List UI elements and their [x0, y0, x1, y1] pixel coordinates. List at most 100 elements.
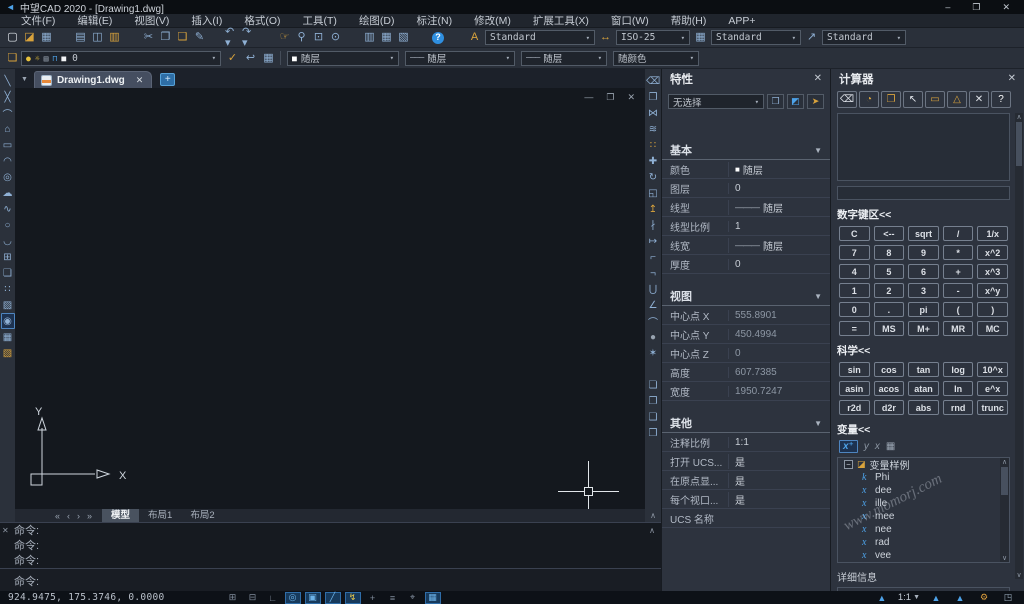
- menu-item[interactable]: 帮助(H): [660, 13, 718, 28]
- arc-icon[interactable]: ◠: [1, 153, 15, 169]
- command-input[interactable]: 命令:: [0, 568, 661, 592]
- property-value[interactable]: 1:1: [735, 437, 749, 448]
- copy-icon[interactable]: ❐: [157, 30, 174, 46]
- osnap-settings-icon[interactable]: +: [365, 592, 381, 604]
- command-expand-icon[interactable]: ∧: [649, 526, 655, 535]
- layout-nav-icon[interactable]: »: [87, 511, 92, 521]
- calc-key[interactable]: x^y: [977, 283, 1008, 298]
- ellipse-icon[interactable]: ○: [1, 217, 15, 233]
- menu-item[interactable]: 文件(F): [10, 13, 66, 28]
- extend-icon[interactable]: ↦: [646, 233, 660, 249]
- circle-icon[interactable]: ◎: [1, 169, 15, 185]
- save-icon[interactable]: ▦: [38, 30, 55, 46]
- join-icon[interactable]: ⋃: [646, 281, 660, 297]
- calculator-scrollbar[interactable]: ∧ ∨: [1015, 113, 1023, 579]
- zoom-realtime-icon[interactable]: ⚲: [293, 30, 310, 46]
- insert-block-icon[interactable]: ⊞: [1, 249, 15, 265]
- tree-scrollbar[interactable]: ∧ ∨: [1000, 458, 1009, 562]
- new-file-icon[interactable]: ▢: [4, 30, 21, 46]
- match-properties-icon[interactable]: ✎: [191, 30, 208, 46]
- move-icon[interactable]: ✚: [646, 153, 660, 169]
- variable-calc-icon[interactable]: ▦: [886, 441, 895, 452]
- layer-states-icon[interactable]: ▦: [260, 50, 277, 66]
- document-tab[interactable]: Drawing1.dwg ✕: [33, 71, 153, 88]
- rectangle-icon[interactable]: ▭: [1, 137, 15, 153]
- menu-item[interactable]: 编辑(E): [66, 13, 123, 28]
- command-history[interactable]: ✕ ∧ 命令: 命令: 命令:: [0, 522, 661, 568]
- calc-key[interactable]: 8: [873, 245, 905, 260]
- separator[interactable]: [412, 30, 429, 46]
- mtext-icon[interactable]: ▧: [1, 345, 15, 361]
- calc-key[interactable]: MC: [977, 321, 1008, 336]
- property-combo[interactable]: ——— 随层 ▾: [405, 50, 515, 66]
- minimize-button[interactable]: –: [945, 2, 950, 13]
- calc-key[interactable]: rnd: [942, 400, 974, 415]
- offset-icon[interactable]: ≋: [646, 121, 660, 137]
- property-value[interactable]: 随层: [743, 162, 763, 177]
- properties-palette-icon[interactable]: ▥: [361, 30, 378, 46]
- send-under-icon[interactable]: ❒: [646, 425, 660, 441]
- calc-key[interactable]: r2d: [839, 400, 870, 415]
- mdi-close-icon[interactable]: ✕: [627, 92, 635, 103]
- layout-nav-icon[interactable]: ‹: [67, 511, 70, 521]
- dim-style-icon[interactable]: ↔: [597, 30, 614, 46]
- undo-icon[interactable]: ↶ ▾: [225, 26, 242, 48]
- tree-expander-icon[interactable]: −: [844, 460, 853, 469]
- calc-key[interactable]: *: [942, 245, 974, 260]
- calc-key[interactable]: x^2: [977, 245, 1008, 260]
- scale-icon[interactable]: ◱: [646, 185, 660, 201]
- table-icon[interactable]: ▦: [1, 329, 15, 345]
- property-value[interactable]: 607.7385: [735, 367, 777, 378]
- open-file-icon[interactable]: ◪: [21, 30, 38, 46]
- paste-to-commandline-icon[interactable]: ❐: [881, 91, 901, 108]
- property-value[interactable]: 0: [735, 348, 741, 359]
- menu-item[interactable]: 窗口(W): [600, 13, 660, 28]
- plot-icon[interactable]: ▤: [72, 30, 89, 46]
- separator[interactable]: [208, 30, 225, 46]
- menu-item[interactable]: 标注(N): [406, 13, 464, 28]
- separator[interactable]: [123, 30, 140, 46]
- publish-icon[interactable]: ▥: [106, 30, 123, 46]
- calc-key[interactable]: 3: [908, 283, 939, 298]
- variable-item[interactable]: x dee: [838, 484, 1009, 497]
- annotation-visibility-icon[interactable]: ▲: [874, 592, 890, 604]
- toggle-pickadd-icon[interactable]: ❒: [767, 94, 784, 109]
- calc-key[interactable]: 4: [839, 264, 870, 279]
- calc-key[interactable]: 2: [873, 283, 905, 298]
- calc-key[interactable]: acos: [873, 381, 905, 396]
- calc-key[interactable]: .: [873, 302, 905, 317]
- calc-key[interactable]: sin: [839, 362, 870, 377]
- variables-section-label[interactable]: 变量<<: [837, 422, 1018, 437]
- calc-key[interactable]: 9: [908, 245, 939, 260]
- tab-list-icon[interactable]: ▼: [21, 76, 28, 83]
- point-icon[interactable]: ∷: [1, 281, 15, 297]
- intersection-icon[interactable]: ✕: [969, 91, 989, 108]
- polar-tracking-icon[interactable]: ◎: [284, 591, 301, 604]
- menu-item[interactable]: APP+: [717, 15, 766, 27]
- variable-tree[interactable]: − ◪ 变量样例 k Phi x dee x ille x mee x nee …: [837, 457, 1010, 563]
- fullscreen-icon[interactable]: ◳: [1000, 592, 1016, 604]
- calc-help-icon[interactable]: ?: [991, 91, 1011, 108]
- calc-key[interactable]: pi: [908, 302, 939, 317]
- layout-nav-icon[interactable]: ›: [77, 511, 80, 521]
- dynamic-input-icon[interactable]: ↯: [344, 591, 361, 604]
- cut-icon[interactable]: ✂: [140, 30, 157, 46]
- property-combo[interactable]: 随颜色 ▾: [613, 50, 699, 66]
- style-combo[interactable]: Standard ▾: [711, 30, 801, 45]
- calc-key[interactable]: (: [942, 302, 974, 317]
- auto-annotation-icon[interactable]: ▲: [928, 592, 944, 604]
- calc-key[interactable]: ): [977, 302, 1008, 317]
- calc-key[interactable]: C: [839, 226, 870, 241]
- design-center-icon[interactable]: ▦: [378, 30, 395, 46]
- calc-key[interactable]: 6: [908, 264, 939, 279]
- zoom-window-icon[interactable]: ⊡: [310, 30, 327, 46]
- menu-item[interactable]: 视图(V): [123, 13, 180, 28]
- selection-combo[interactable]: 无选择 ▾: [668, 94, 764, 109]
- calc-key[interactable]: e^x: [977, 381, 1008, 396]
- calc-key[interactable]: -: [942, 283, 974, 298]
- variable-item[interactable]: x rad: [838, 536, 1009, 549]
- array-icon[interactable]: ∷: [646, 137, 660, 153]
- property-value[interactable]: 450.4994: [735, 329, 777, 340]
- mdi-restore-icon[interactable]: ❐: [606, 92, 614, 103]
- drawing-canvas[interactable]: — ❐ ✕ Y X: [15, 88, 645, 509]
